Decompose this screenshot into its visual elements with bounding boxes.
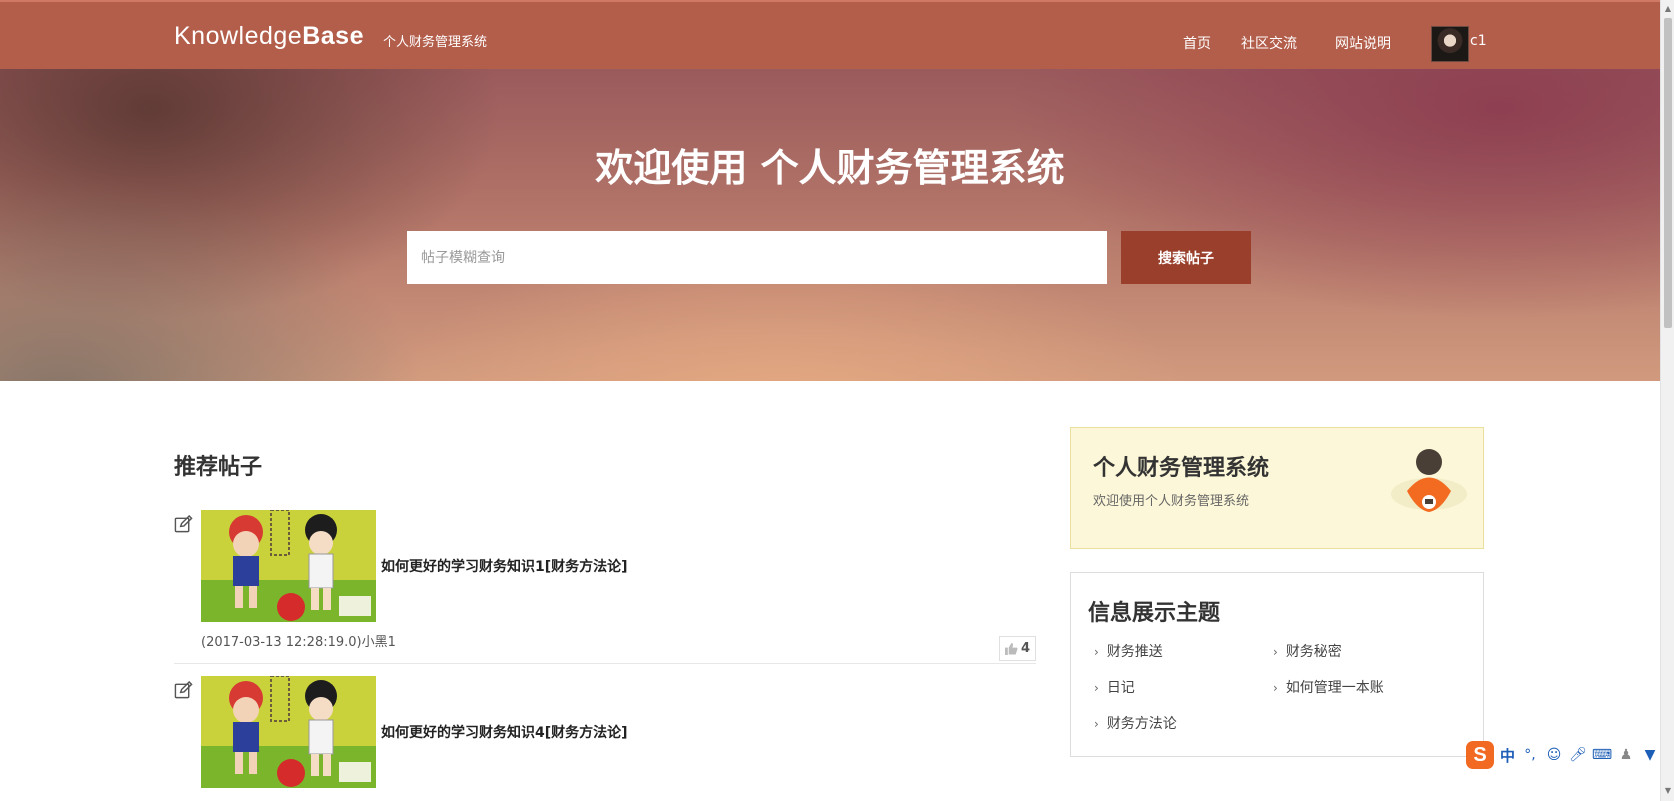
user-name[interactable]: c1 (1470, 33, 1487, 49)
topic-label: 财务推送 (1106, 644, 1163, 660)
topics-card-title: 信息展示主题 (1088, 601, 1221, 626)
user-icon[interactable]: ♟ (1617, 746, 1635, 764)
ime-toolbar: S 中 °, ☺ 🎤︎ ⌨ ♟ ▼ (1464, 740, 1660, 770)
chevron-right-icon: › (1094, 717, 1099, 731)
brand-light-text: Knowledge (174, 22, 303, 50)
user-avatar[interactable] (1431, 26, 1469, 62)
ime-mode-toggle[interactable]: 中 (1500, 745, 1515, 766)
post-item: 如何更好的学习财务知识1[财务方法论] (2017-03-13 12:28:19… (174, 510, 1036, 665)
edit-icon (174, 515, 193, 533)
nav-link-home[interactable]: 首页 (1183, 33, 1211, 53)
chevron-right-icon: › (1094, 645, 1099, 659)
post-thumbnail[interactable] (201, 676, 376, 788)
brand-bold-text: Base (302, 22, 364, 50)
post-search-input[interactable] (407, 231, 1107, 284)
sogou-logo-icon[interactable]: S (1466, 741, 1494, 769)
microphone-icon[interactable]: 🎤︎ (1569, 746, 1587, 764)
top-navbar: KnowledgeBase 个人财务管理系统 首页 社区交流 网站说明 c1 (0, 0, 1660, 69)
topic-label: 如何管理一本账 (1285, 680, 1384, 696)
post-item: 如何更好的学习财务知识4[财务方法论] (174, 676, 1036, 801)
user-badge-icon (1391, 449, 1467, 512)
recommended-posts-title: 推荐帖子 (174, 455, 263, 480)
scroll-down-arrow-icon[interactable]: ▼ (1663, 786, 1673, 796)
topic-link[interactable]: › 财务方法论 (1094, 713, 1177, 733)
hero-title: 欢迎使用 个人财务管理系统 (595, 146, 1065, 190)
topics-card: 信息展示主题 › 财务推送 › 财务秘密 › 日记 › 如何管理一本账 › 财务方法论 (1070, 572, 1484, 757)
like-count: 4 (1020, 641, 1031, 656)
page-scrollbar[interactable]: ▲ ▼ (1660, 0, 1674, 801)
info-card-subtitle: 欢迎使用个人财务管理系统 (1093, 494, 1250, 509)
post-thumbnail[interactable] (201, 510, 376, 622)
topic-link[interactable]: › 日记 (1094, 677, 1135, 697)
topic-label: 财务方法论 (1106, 716, 1177, 732)
thumbs-up-icon (1005, 642, 1018, 655)
keyboard-icon[interactable]: ⌨ (1592, 746, 1612, 764)
topic-link[interactable]: › 如何管理一本账 (1273, 677, 1384, 697)
topic-label: 财务秘密 (1285, 644, 1342, 660)
topic-link[interactable]: › 财务秘密 (1273, 641, 1342, 661)
emoji-icon[interactable]: ☺ (1545, 746, 1563, 764)
punctuation-icon[interactable]: °, (1521, 746, 1539, 764)
nav-link-about[interactable]: 网站说明 (1335, 33, 1391, 53)
nav-link-community[interactable]: 社区交流 (1241, 33, 1297, 53)
brand-subtitle: 个人财务管理系统 (383, 35, 488, 50)
chevron-right-icon: › (1094, 681, 1099, 695)
post-title[interactable]: 如何更好的学习财务知识4[财务方法论] (381, 722, 628, 742)
edit-icon (174, 681, 193, 699)
scrollbar-thumb[interactable] (1664, 18, 1672, 328)
site-info-card: 个人财务管理系统 欢迎使用个人财务管理系统 (1070, 427, 1484, 549)
topic-label: 日记 (1106, 680, 1135, 696)
topic-link[interactable]: › 财务推送 (1094, 641, 1163, 661)
like-button[interactable]: 4 (999, 636, 1036, 661)
chevron-right-icon: › (1273, 681, 1278, 695)
post-title[interactable]: 如何更好的学习财务知识1[财务方法论] (381, 556, 628, 576)
skin-shirt-icon[interactable]: ▼ (1641, 746, 1659, 764)
chevron-right-icon: › (1273, 645, 1278, 659)
hero-banner: 欢迎使用 个人财务管理系统 搜索帖子 (0, 69, 1660, 381)
post-meta: (2017-03-13 12:28:19.0)小黑1 (201, 635, 396, 650)
scroll-up-arrow-icon[interactable]: ▲ (1663, 4, 1673, 14)
search-posts-button[interactable]: 搜索帖子 (1121, 231, 1251, 284)
brand-logo[interactable]: KnowledgeBase (174, 22, 364, 51)
post-divider (174, 663, 1036, 664)
info-card-title: 个人财务管理系统 (1093, 456, 1270, 481)
